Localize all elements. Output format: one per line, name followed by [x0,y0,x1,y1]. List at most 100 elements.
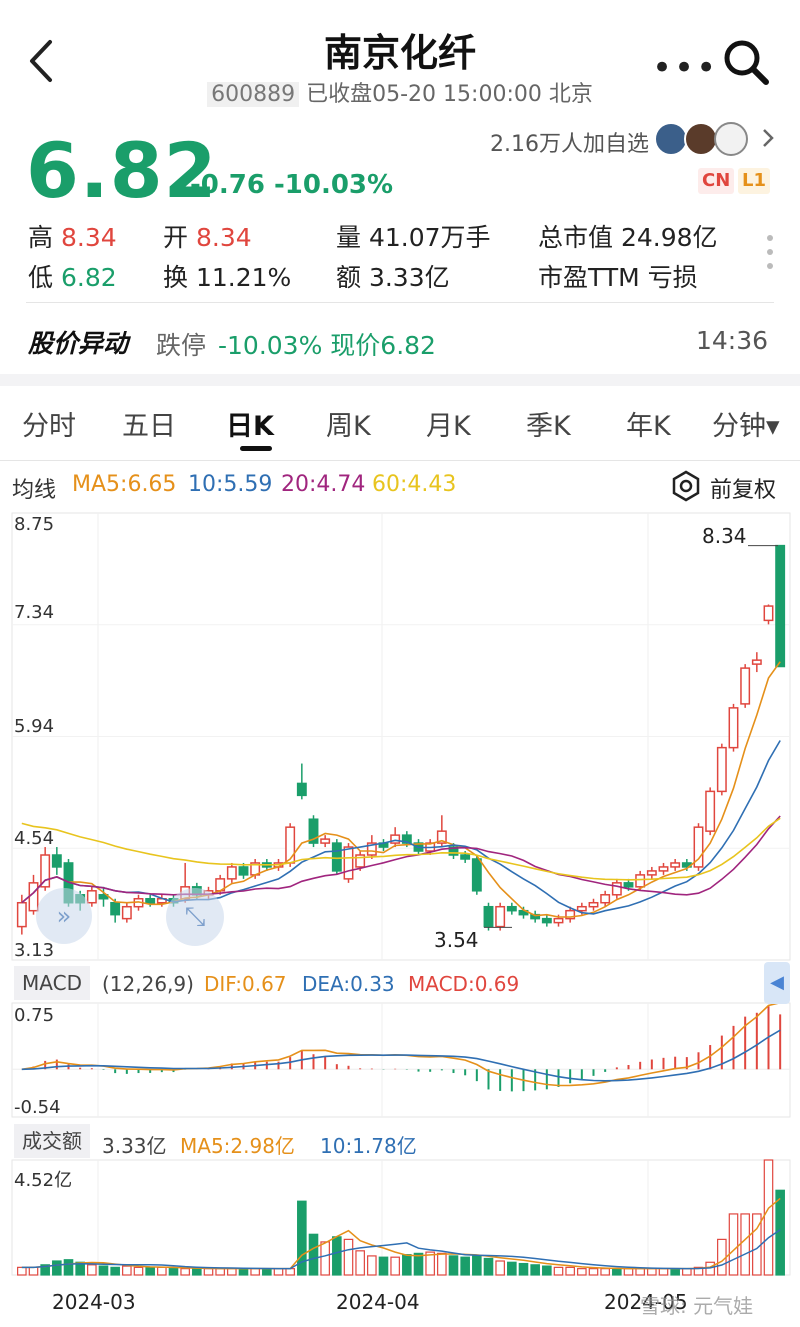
candle-body [320,838,331,844]
macd-y-tick: -0.54 [14,1097,61,1118]
avatar [684,122,718,156]
collapse-panel-icon[interactable]: ◀ [764,962,790,1004]
volume-bar [63,1259,74,1276]
ma20-value: 20:4.74 [281,472,366,497]
tab-yearly-k[interactable]: 年K [626,404,671,443]
dea-line [21,1029,781,1082]
volume-bar [495,1260,505,1276]
ma-label: 均线 [12,478,57,503]
volume-bar [320,1241,330,1276]
volume-bar [87,1264,97,1276]
volume-bar [740,1213,750,1276]
volume-bar [273,1268,284,1276]
tab-weekly-k[interactable]: 周K [326,404,371,443]
candle-body [705,790,716,832]
volume-bar [227,1268,237,1276]
volume-bar [145,1266,155,1276]
x-tick-label: 2024-03 [52,1290,136,1314]
volume-bar [518,1262,529,1276]
candle-body [600,894,611,904]
candle-body [460,854,471,860]
volume-bar [262,1268,272,1276]
stock-code: 600889 [207,82,300,107]
fast-forward-icon[interactable]: » [36,888,92,944]
cn-tag[interactable]: CN [698,168,735,194]
volume-bar [343,1238,354,1276]
tab-intraday[interactable]: 分时 [22,404,76,443]
volume-bar [52,1260,62,1276]
volume-bar [402,1254,412,1276]
alert-time: 14:36 [696,326,769,355]
volume-bar [728,1213,739,1276]
candle-body [576,905,587,912]
y-tick-label: 5.94 [14,716,55,737]
volume-bar [378,1256,389,1276]
volume-bar [448,1255,459,1276]
panel-frame [11,1159,791,1276]
watchers-count[interactable]: 2.16万人加自选 [490,126,649,158]
candle-body [495,905,506,928]
y-tick-label: 7.34 [14,602,55,623]
panel-frame [11,1002,791,1118]
alert-text[interactable]: -10.03% 现价6.82 [218,326,436,362]
adjust-settings-icon[interactable] [670,470,702,502]
volume-bar [413,1252,424,1276]
candle-body [728,707,739,749]
candle-body [121,905,132,920]
vertical-dots-icon[interactable] [764,232,776,272]
volume-bar [28,1266,39,1276]
volume-bar [98,1265,109,1276]
candle-body [40,854,51,888]
candle-body [623,882,634,888]
candle-body [86,890,97,904]
volume-bar [577,1268,587,1276]
candle-body [471,858,482,892]
l1-tag[interactable]: L1 [738,168,770,194]
price-chart[interactable] [0,505,800,1305]
volume-bar [238,1268,249,1276]
tab-daily-k[interactable]: 日K [226,404,274,443]
candle-body [331,842,342,872]
tab-minute[interactable]: 分钟▾ [712,404,780,443]
volume-bar [623,1268,634,1276]
turnover-stat: 换 11.21% [163,263,292,292]
volume-bar [472,1255,482,1276]
macd-y-tick: 0.75 [14,1005,55,1026]
macd-params: (12,26,9) [102,972,194,996]
volume-label[interactable]: 成交额 [14,1124,90,1158]
volume-bar [285,1268,295,1276]
candle-body [296,782,307,797]
active-tab-indicator [240,446,272,451]
pe-stat: 市盈TTM 亏损 [538,263,698,292]
current-price: 6.82 [26,126,218,215]
volume-bar [507,1261,517,1276]
volume-bar [437,1252,447,1276]
tab-monthly-k[interactable]: 月K [426,404,471,443]
volume-bar [612,1268,622,1276]
ma10-value: 10:5.59 [188,472,273,497]
macd-label[interactable]: MACD [14,966,90,1000]
tab-quarterly-k[interactable]: 季K [526,404,571,443]
candle-body [670,862,681,868]
avatar [714,122,748,156]
tab-five-day[interactable]: 五日 [122,404,176,443]
avatar [654,122,688,156]
chevron-right-icon[interactable] [760,126,776,150]
watermark: 雪球: 元气娃 [640,1294,754,1318]
volume-bar [530,1264,540,1276]
expand-icon[interactable]: ⤡ [166,888,224,946]
market-status: 已收盘05-20 15:00:00 北京 [306,82,593,107]
macd-dif: DIF:0.67 [204,972,287,996]
volume-bar [647,1268,657,1276]
more-icon[interactable]: ••• [652,48,718,88]
volume-bar [203,1268,214,1276]
candle-body [483,905,494,928]
candle-body [390,834,401,844]
amount-stat: 额 3.33亿 [336,263,450,292]
volume-bar [332,1236,342,1276]
volume-ma5: MA5:2.98亿 [180,1134,295,1158]
candle-body [635,874,646,888]
search-icon[interactable] [722,38,770,86]
candle-body [658,866,669,872]
adjust-mode[interactable]: 前复权 [710,472,776,504]
